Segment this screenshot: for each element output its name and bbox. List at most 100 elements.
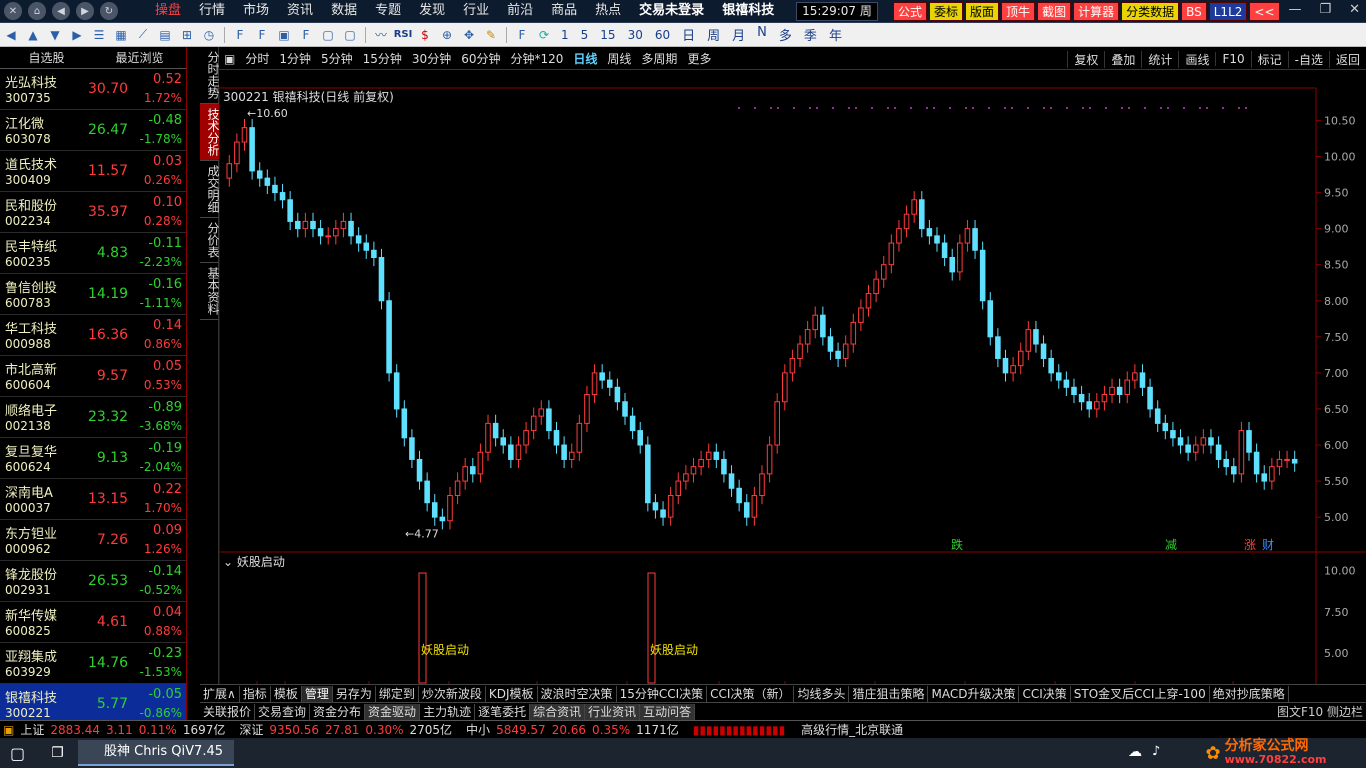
chart-right-tab[interactable]: -自选	[1287, 50, 1329, 68]
indicator-tab[interactable]: CCI决策（新）	[707, 685, 795, 702]
menu-item[interactable]: 资讯	[278, 0, 322, 22]
watchlist-row[interactable]: 华工科技 000988 16.36 0.14 0.86%	[0, 315, 186, 356]
window-close-icon[interactable]: ✕	[1349, 2, 1360, 17]
calendar-icon[interactable]: ▤	[155, 26, 175, 44]
tab-watchlist[interactable]: 自选股	[0, 47, 93, 68]
chart-period-tab[interactable]: 周线	[602, 50, 636, 67]
info-tab[interactable]: 互动问答	[640, 703, 696, 720]
indicator-tab[interactable]: CCI决策	[1019, 685, 1071, 702]
up-arrow-icon[interactable]: ▲	[23, 26, 43, 44]
menu-item[interactable]: 专题	[366, 0, 410, 22]
cycle-button[interactable]: 多	[773, 25, 798, 44]
quick-button[interactable]: 版面	[965, 2, 1000, 21]
indicator-tab[interactable]: 绝对抄底策略	[1210, 685, 1289, 702]
chart-right-tab[interactable]: 复权	[1067, 50, 1104, 68]
kline-chart[interactable]: 300221 银禧科技(日线 前复权) 10.50 10.00 9.50 9.00 8.5…	[219, 70, 1366, 720]
quick-button[interactable]: 委标	[929, 2, 964, 21]
minimize-icon[interactable]: —	[1288, 2, 1301, 17]
watchlist-row[interactable]: 江化微 603078 26.47 -0.48 -1.78%	[0, 110, 186, 151]
chart-period-tab[interactable]: 30分钟	[407, 50, 456, 67]
chart-right-tab[interactable]: 标记	[1250, 50, 1288, 68]
chart-menu-icon[interactable]: ▣	[219, 52, 240, 66]
news-icon[interactable]: ▣	[274, 26, 294, 44]
move-icon[interactable]: ✥	[459, 26, 479, 44]
vertical-tab[interactable]: 分价表	[200, 218, 220, 263]
wave-icon[interactable]: 〰	[371, 26, 391, 44]
indicator-tab[interactable]: 15分钟CCI决策	[617, 685, 708, 702]
info-tab[interactable]: 资金分布	[310, 703, 366, 720]
chart-period-tab[interactable]: 1分钟	[274, 50, 316, 67]
watchlist-row[interactable]: 亚翔集成 603929 14.76 -0.23 -1.53%	[0, 643, 186, 684]
maximize-icon[interactable]: ❐	[1319, 2, 1331, 17]
chart-right-tab[interactable]: 返回	[1328, 50, 1366, 68]
quick-button[interactable]: <<	[1249, 2, 1280, 21]
cycle-button[interactable]: 周	[701, 25, 726, 44]
table-icon[interactable]: ▦	[111, 26, 131, 44]
quick-button[interactable]: 公式	[893, 2, 928, 21]
chart-right-tab[interactable]: F10	[1215, 52, 1250, 66]
indicator-tab[interactable]: 绑定到	[376, 685, 419, 702]
period-button[interactable]: 1	[555, 28, 575, 42]
chart-period-tab[interactable]: 15分钟	[358, 50, 407, 67]
watchlist-row[interactable]: 锋龙股份 002931 26.53 -0.14 -0.52%	[0, 561, 186, 602]
pencil-icon[interactable]: ✎	[481, 26, 501, 44]
indicator-tab[interactable]: MACD升级决策	[928, 685, 1020, 702]
watchlist-row[interactable]: 鲁信创投 600783 14.19 -0.16 -1.11%	[0, 274, 186, 315]
cycle-button[interactable]: 日	[676, 25, 701, 44]
menu-item[interactable]: 数据	[322, 0, 366, 22]
sync-icon[interactable]: ⟳	[534, 26, 554, 44]
vertical-tab[interactable]: 基本资料	[200, 263, 220, 320]
event-marker[interactable]: 减	[1165, 538, 1177, 552]
menu-item[interactable]: 行业	[454, 0, 498, 22]
cycle-button[interactable]: 年	[823, 25, 848, 44]
chart-period-tab[interactable]: 分钟*120	[505, 50, 568, 67]
watchlist-row[interactable]: 顺络电子 002138 23.32 -0.89 -3.68%	[0, 397, 186, 438]
info-tab[interactable]: 关联报价	[200, 703, 256, 720]
indicator-tab[interactable]: 另存为	[333, 685, 376, 702]
period-button[interactable]: 15	[594, 28, 621, 42]
vertical-tab[interactable]: 成交明细	[200, 161, 220, 218]
menu-item[interactable]: 市场	[234, 0, 278, 22]
zoom-icon[interactable]: ⊕	[437, 26, 457, 44]
forward-icon[interactable]: ▶	[76, 2, 94, 20]
event-marker[interactable]: 财	[1262, 538, 1274, 552]
doc-icon[interactable]: ▢	[318, 26, 338, 44]
watchlist-row[interactable]: 民和股份 002234 35.97 0.10 0.28%	[0, 192, 186, 233]
chart-period-tab[interactable]: 60分钟	[456, 50, 505, 67]
info-tab[interactable]: 主力轨迹	[420, 703, 476, 720]
cycle-button[interactable]: 季	[798, 25, 823, 44]
dollar-icon[interactable]: $	[415, 26, 435, 44]
start-icon[interactable]: ▢	[10, 744, 25, 763]
grid-icon[interactable]: ⊞	[177, 26, 197, 44]
down-arrow-icon[interactable]: ▼	[45, 26, 65, 44]
volume-icon[interactable]: ♪	[1152, 744, 1160, 759]
list-icon[interactable]: ☰	[89, 26, 109, 44]
chart-period-tab[interactable]: 更多	[682, 50, 716, 67]
f10-icon[interactable]: F	[230, 26, 250, 44]
chart-period-tab[interactable]: 多周期	[636, 50, 682, 67]
clock-icon[interactable]: ◷	[199, 26, 219, 44]
info-tab[interactable]: 综合资讯	[530, 703, 586, 720]
indicator-tab[interactable]: 炒次新波段	[419, 685, 486, 702]
indicator-tab[interactable]: 管理	[301, 685, 333, 702]
info-tab[interactable]: 交易查询	[255, 703, 311, 720]
page-icon[interactable]: ▢	[340, 26, 360, 44]
event-marker[interactable]: 跌	[951, 537, 963, 552]
watchlist-row[interactable]: 道氏技术 300409 11.57 0.03 0.26%	[0, 151, 186, 192]
info-tab[interactable]: 逐笔委托	[475, 703, 531, 720]
indicator-tab[interactable]: 波浪时空决策	[538, 685, 617, 702]
watchlist-row[interactable]: 民丰特纸 600235 4.83 -0.11 -2.23%	[0, 233, 186, 274]
back-arrow-icon[interactable]: ◀	[1, 26, 21, 44]
vertical-tab[interactable]: 分时走势	[200, 47, 220, 104]
vertical-tab[interactable]: 技术分析	[200, 104, 220, 161]
login-status[interactable]: 交易未登录	[630, 0, 713, 22]
watchlist-row[interactable]: 市北高新 600604 9.57 0.05 0.53%	[0, 356, 186, 397]
quick-button[interactable]: 分类数据	[1121, 2, 1180, 21]
watchlist-row[interactable]: 光弘科技 300735 30.70 0.52 1.72%	[0, 69, 186, 110]
f11-icon[interactable]: F	[252, 26, 272, 44]
menu-item[interactable]: 操盘	[146, 0, 190, 22]
back-icon[interactable]: ◀	[52, 2, 70, 20]
trend-icon[interactable]: ⟋	[133, 26, 153, 44]
quick-button[interactable]: 计算器	[1073, 2, 1120, 21]
chart-right-tab[interactable]: 画线	[1178, 50, 1215, 68]
